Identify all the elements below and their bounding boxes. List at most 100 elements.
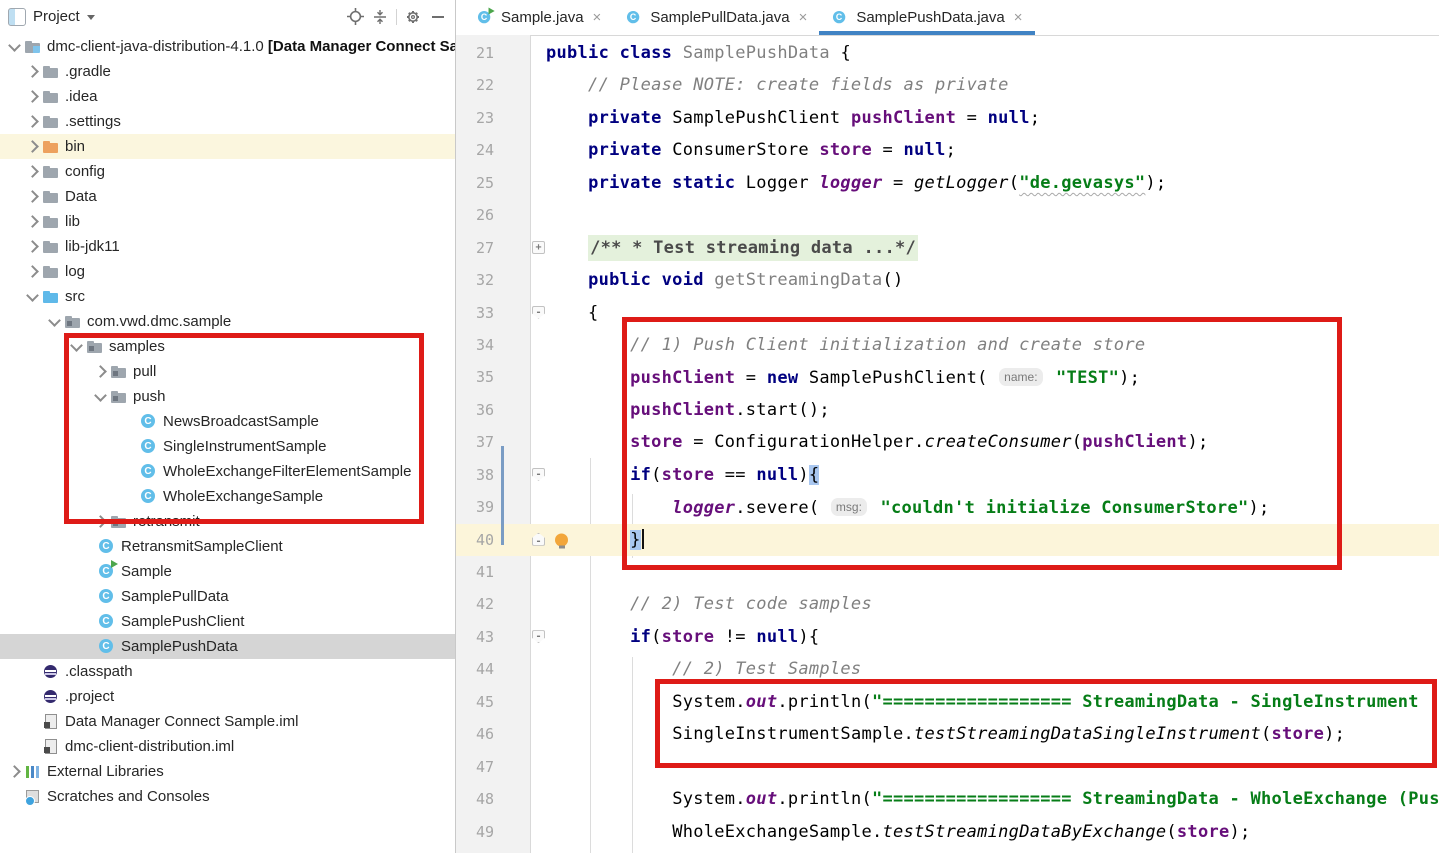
chevron-right-icon[interactable] — [26, 140, 39, 153]
close-icon[interactable]: × — [799, 9, 808, 26]
chevron-down-icon[interactable] — [8, 39, 21, 52]
code-line-25[interactable]: 25 private static Logger logger = getLog… — [456, 167, 1439, 199]
code-line-38[interactable]: 38- if(store == null){ — [456, 459, 1439, 491]
line-number[interactable]: 39 — [456, 491, 494, 523]
tree-item-dmc-client-java-distribution-4-1-0[interactable]: dmc-client-java-distribution-4.1.0 [Data… — [0, 34, 455, 59]
code-text[interactable]: pushClient.start(); — [546, 394, 1439, 426]
code-text[interactable]: SingleInstrumentSample.testStreamingData… — [546, 718, 1439, 750]
code-line-34[interactable]: 34 // 1) Push Client initialization and … — [456, 329, 1439, 361]
code-line-47[interactable]: 47 — [456, 751, 1439, 783]
tree-item-wholeexchangefilterelementsample[interactable]: WholeExchangeFilterElementSample — [0, 459, 455, 484]
code-line-21[interactable]: 21 public class SamplePushData { — [456, 37, 1439, 69]
tree-item-config[interactable]: config — [0, 159, 455, 184]
line-number[interactable]: 40 — [456, 524, 494, 556]
tree-item-idea[interactable]: .idea — [0, 84, 455, 109]
code-text[interactable]: /** * Test streaming data ...*/ — [546, 232, 1439, 264]
chevron-down-icon[interactable] — [48, 314, 61, 327]
tree-item-gradle[interactable]: .gradle — [0, 59, 455, 84]
code-line-36[interactable]: 36 pushClient.start(); — [456, 394, 1439, 426]
tree-item-external-libraries[interactable]: External Libraries — [0, 759, 455, 784]
line-number[interactable]: 32 — [456, 264, 494, 296]
code-line-26[interactable]: 26 — [456, 199, 1439, 231]
tree-item-singleinstrumentsample[interactable]: SingleInstrumentSample — [0, 434, 455, 459]
tree-item-settings[interactable]: .settings — [0, 109, 455, 134]
code-line-39[interactable]: 39 logger.severe( msg: "couldn't initial… — [456, 491, 1439, 523]
tree-item-wholeexchangesample[interactable]: WholeExchangeSample — [0, 484, 455, 509]
tree-item-classpath[interactable]: .classpath — [0, 659, 455, 684]
tree-item-src[interactable]: src — [0, 284, 455, 309]
code-text[interactable]: pushClient = new SamplePushClient( name:… — [546, 361, 1439, 394]
tree-item-samplepushdata[interactable]: SamplePushData — [0, 634, 455, 659]
line-number[interactable]: 24 — [456, 134, 494, 166]
chevron-right-icon[interactable] — [8, 765, 21, 778]
code-line-42[interactable]: 42 // 2) Test code samples — [456, 588, 1439, 620]
code-text[interactable]: logger.severe( msg: "couldn't initialize… — [546, 491, 1439, 524]
line-number[interactable]: 41 — [456, 556, 494, 588]
tree-item-retransmit[interactable]: retransmit — [0, 509, 455, 534]
code-line-44[interactable]: 44 // 2) Test Samples — [456, 653, 1439, 685]
editor-body[interactable]: 21public class SamplePushData {22 // Ple… — [456, 35, 1439, 853]
line-number[interactable]: 21 — [456, 37, 494, 69]
chevron-right-icon[interactable] — [26, 215, 39, 228]
vcs-change-marker[interactable] — [501, 446, 504, 545]
code-line-45[interactable]: 45 System.out.println("=================… — [456, 686, 1439, 718]
code-line-23[interactable]: 23 private SamplePushClient pushClient =… — [456, 102, 1439, 134]
tree-item-bin[interactable]: bin — [0, 134, 455, 159]
code-text[interactable]: // 2) Test Samples — [546, 653, 1439, 685]
code-text[interactable]: System.out.println("================== S… — [546, 686, 1439, 718]
tree-item-samplepulldata[interactable]: SamplePullData — [0, 584, 455, 609]
line-number[interactable]: 38 — [456, 459, 494, 491]
tree-item-sample[interactable]: Sample — [0, 559, 455, 584]
tree-item-pull[interactable]: pull — [0, 359, 455, 384]
chevron-down-icon[interactable] — [26, 289, 39, 302]
line-number[interactable]: 26 — [456, 199, 494, 231]
collapse-all-icon[interactable] — [371, 8, 389, 26]
tree-item-data-manager-connect-sample-iml[interactable]: Data Manager Connect Sample.iml — [0, 709, 455, 734]
tree-item-log[interactable]: log — [0, 259, 455, 284]
fold-expand-icon[interactable]: + — [532, 241, 545, 254]
tab-sample-java[interactable]: Sample.java× — [464, 0, 613, 35]
chevron-right-icon[interactable] — [26, 165, 39, 178]
fold-collapse-icon[interactable]: - — [532, 533, 545, 546]
tree-item-com-vwd-dmc-sample[interactable]: com.vwd.dmc.sample — [0, 309, 455, 334]
chevron-right-icon[interactable] — [26, 265, 39, 278]
gear-icon[interactable] — [404, 8, 422, 26]
code-text[interactable]: WholeExchangeSample.testStreamingDataByE… — [546, 816, 1439, 848]
line-number[interactable]: 43 — [456, 621, 494, 653]
code-line-41[interactable]: 41 — [456, 556, 1439, 588]
code-text[interactable]: public class SamplePushData { — [546, 37, 1439, 69]
code-line-37[interactable]: 37 store = ConfigurationHelper.createCon… — [456, 426, 1439, 458]
code-line-24[interactable]: 24 private ConsumerStore store = null; — [456, 134, 1439, 166]
tree-item-dmc-client-distribution-iml[interactable]: dmc-client-distribution.iml — [0, 734, 455, 759]
code-text[interactable]: store = ConfigurationHelper.createConsum… — [546, 426, 1439, 458]
line-number[interactable]: 37 — [456, 426, 494, 458]
code-line-40[interactable]: 40 - } — [456, 524, 1439, 556]
line-number[interactable]: 25 — [456, 167, 494, 199]
code-line-46[interactable]: 46 SingleInstrumentSample.testStreamingD… — [456, 718, 1439, 750]
chevron-right-icon[interactable] — [26, 90, 39, 103]
tree-item-samples[interactable]: samples — [0, 334, 455, 359]
hide-panel-icon[interactable] — [429, 8, 447, 26]
line-number[interactable]: 45 — [456, 686, 494, 718]
tree-item-samplepushclient[interactable]: SamplePushClient — [0, 609, 455, 634]
code-line-49[interactable]: 49 WholeExchangeSample.testStreamingData… — [456, 816, 1439, 848]
tree-item-data[interactable]: Data — [0, 184, 455, 209]
chevron-right-icon[interactable] — [94, 365, 107, 378]
fold-collapse-icon[interactable]: - — [532, 630, 545, 643]
code-line-33[interactable]: 33- { — [456, 297, 1439, 329]
intention-bulb-icon[interactable] — [555, 533, 568, 546]
code-text[interactable]: } — [546, 524, 1439, 556]
line-number[interactable]: 34 — [456, 329, 494, 361]
code-line-27[interactable]: 27+ /** * Test streaming data ...*/ — [456, 232, 1439, 264]
line-number[interactable]: 33 — [456, 297, 494, 329]
chevron-right-icon[interactable] — [26, 240, 39, 253]
code-text[interactable]: private static Logger logger = getLogger… — [546, 167, 1439, 199]
code-text[interactable]: if(store == null){ — [546, 459, 1439, 491]
line-number[interactable]: 47 — [456, 751, 494, 783]
chevron-right-icon[interactable] — [26, 190, 39, 203]
line-number[interactable]: 46 — [456, 718, 494, 750]
code-text[interactable]: public void getStreamingData() — [546, 264, 1439, 296]
line-number[interactable]: 23 — [456, 102, 494, 134]
code-text[interactable]: private ConsumerStore store = null; — [546, 134, 1439, 166]
code-text[interactable]: // 2) Test code samples — [546, 588, 1439, 620]
